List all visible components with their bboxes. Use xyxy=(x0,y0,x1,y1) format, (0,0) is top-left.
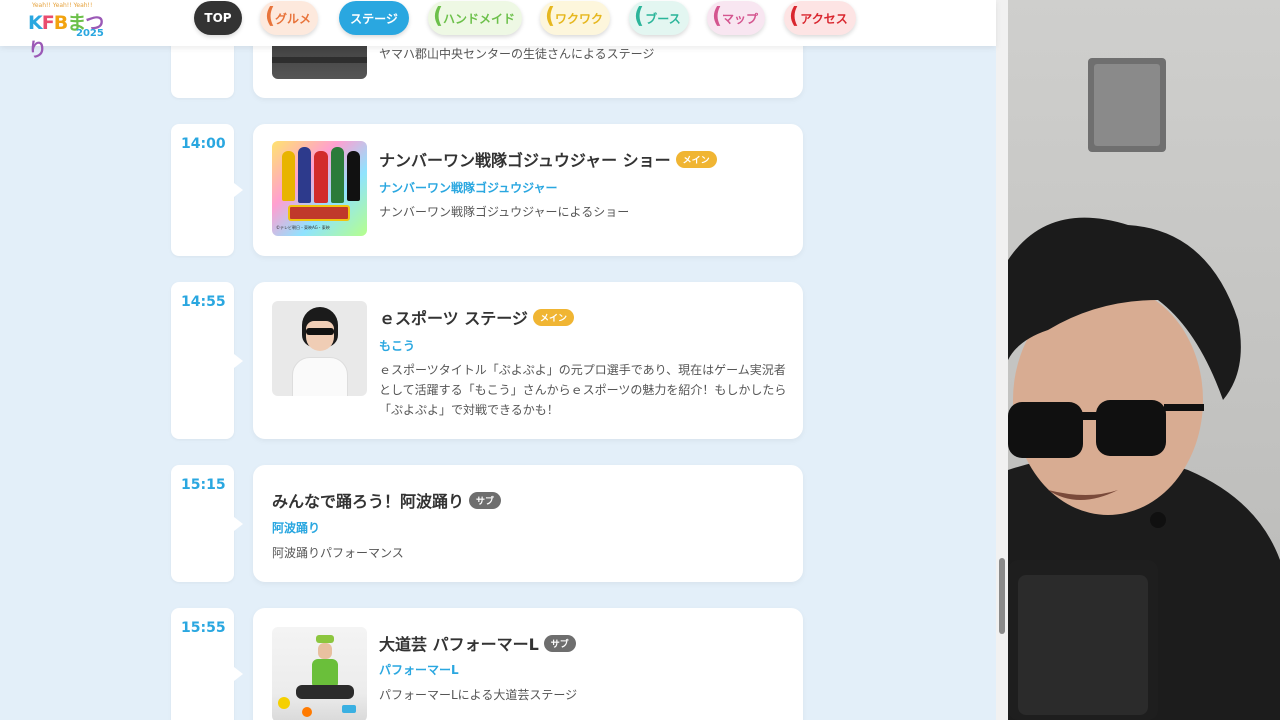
thumbnail-caption: ©テレビ朝日・東映AG・東映 xyxy=(276,225,330,230)
event-description: パフォーマーLによる大道芸ステージ xyxy=(379,688,578,702)
event-description: ｅスポーツタイトル「ぷよぷよ」の元プロ選手であり、現在はゲーム実況者として活躍す… xyxy=(379,363,787,417)
event-description: ナンバーワン戦隊ゴジュウジャーによるショー xyxy=(379,205,630,219)
event-performer[interactable]: パフォーマーL xyxy=(379,661,459,678)
badge-main: メイン xyxy=(675,151,717,168)
event-title: 大道芸 パフォーマーL サブ xyxy=(379,631,576,655)
page-scrollbar[interactable] xyxy=(996,0,1008,720)
timeline-arrow xyxy=(234,354,243,368)
event-thumbnail xyxy=(272,301,367,396)
event-time: 15:55 xyxy=(181,620,226,636)
event-card[interactable]: ｅスポーツ ステージ メイン もこう ｅスポーツタイトル「ぷよぷよ」の元プロ選手で… xyxy=(253,282,803,439)
event-performer[interactable]: もこう xyxy=(379,337,415,354)
event-time: 14:00 xyxy=(181,136,226,152)
browser-page: Yeah!! Yeah!! Yeah!! KFBまつり 2025 TOP (グル… xyxy=(0,0,1008,720)
scrollbar-thumb[interactable] xyxy=(999,558,1005,634)
event-card[interactable]: 大道芸 パフォーマーL サブ パフォーマーL パフォーマーLによる大道芸ステージ xyxy=(253,608,803,720)
time-card: 15:55 xyxy=(171,608,234,720)
time-card: 14:55 xyxy=(171,282,234,439)
webcam-overlay xyxy=(1008,0,1280,720)
webcam-person-image xyxy=(1008,58,1280,720)
nav-top[interactable]: TOP xyxy=(194,1,242,35)
timeline-arrow xyxy=(234,517,243,531)
event-card[interactable]: みんなで踊ろう！阿波踊り サブ 阿波踊り 阿波踊りパフォーマンス xyxy=(253,465,803,582)
time-card: 14:00 xyxy=(171,124,234,256)
event-performer[interactable]: 阿波踊り xyxy=(272,519,320,536)
event-description: 阿波踊りパフォーマンス xyxy=(272,546,404,560)
badge-sub: サブ xyxy=(469,492,502,509)
event-title: みんなで踊ろう！阿波踊り サブ xyxy=(272,488,502,512)
event-time: 15:15 xyxy=(181,477,226,493)
time-card: 15:15 xyxy=(171,465,234,582)
badge-sub: サブ xyxy=(543,635,576,652)
nav-wakuwaku[interactable]: (ワクワク xyxy=(540,1,610,35)
nav-stage[interactable]: ステージ xyxy=(339,1,409,35)
event-thumbnail xyxy=(272,627,367,720)
event-performer[interactable]: ナンバーワン戦隊ゴジュウジャー xyxy=(379,179,558,196)
nav-paren-icon: ( xyxy=(545,4,556,29)
nav-handmade[interactable]: (ハンドメイド xyxy=(428,1,522,35)
nav-paren-icon: ( xyxy=(634,4,645,29)
timeline-arrow xyxy=(234,183,243,197)
nav-paren-icon: ( xyxy=(433,4,444,29)
site-header: Yeah!! Yeah!! Yeah!! KFBまつり 2025 TOP (グル… xyxy=(0,0,996,61)
event-title: ナンバーワン戦隊ゴジュウジャー ショー メイン xyxy=(379,147,717,171)
event-thumbnail: ©テレビ朝日・東映AG・東映 xyxy=(272,141,367,236)
site-logo[interactable]: Yeah!! Yeah!! Yeah!! KFBまつり 2025 xyxy=(28,2,108,61)
event-time: 14:55 xyxy=(181,294,226,310)
nav-access[interactable]: (アクセス xyxy=(784,1,856,35)
event-description: ヤマハ郡山中央センターの生徒さんによるステージ xyxy=(379,47,655,61)
nav-paren-icon: ( xyxy=(265,4,276,29)
timeline-arrow xyxy=(234,667,243,681)
nav-map[interactable]: (マップ xyxy=(707,1,765,35)
logo-year: 2025 xyxy=(76,28,104,39)
event-title: ｅスポーツ ステージ メイン xyxy=(379,305,574,329)
nav-booth[interactable]: (ブース xyxy=(629,1,689,35)
nav-gourmet[interactable]: (グルメ xyxy=(260,1,318,35)
nav-paren-icon: ( xyxy=(712,4,723,29)
event-card[interactable]: ©テレビ朝日・東映AG・東映 ナンバーワン戦隊ゴジュウジャー ショー メイン ナン… xyxy=(253,124,803,256)
nav-paren-icon: ( xyxy=(789,4,800,29)
badge-main: メイン xyxy=(532,309,574,326)
